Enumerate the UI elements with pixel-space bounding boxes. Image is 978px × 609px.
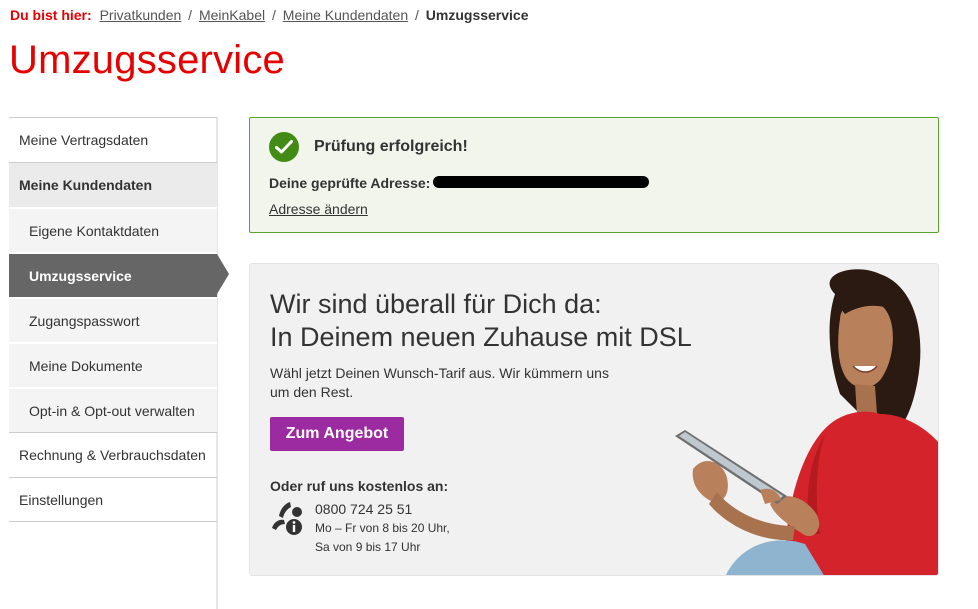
sidebar-item-label: Opt-in & Opt-out verwalten — [29, 402, 195, 419]
sidebar-item-label: Eigene Kontaktdaten — [29, 222, 159, 239]
sidebar-item-opt-in-opt-out[interactable]: Opt-in & Opt-out verwalten — [9, 387, 217, 432]
hours-saturday: Sa von 9 bis 17 Uhr — [315, 540, 421, 554]
sidebar-item-label: Einstellungen — [19, 491, 104, 508]
sidebar-item-umzugsservice[interactable]: Umzugsservice — [9, 252, 229, 297]
breadcrumb-link-meinkabel[interactable]: MeinKabel — [199, 7, 265, 23]
phone-info-icon — [270, 500, 306, 536]
sidebar-item-label: Zugangspasswort — [29, 312, 140, 329]
promo-heading: Wir sind überall für Dich da: In Deinem … — [270, 288, 692, 354]
sidebar-item-zugangspasswort[interactable]: Zugangspasswort — [9, 297, 217, 342]
phone-number: 0800 724 25 51 — [315, 501, 413, 517]
sidebar-item-dokumente[interactable]: Meine Dokumente — [9, 342, 217, 387]
sidebar-item-einstellungen[interactable]: Einstellungen — [9, 477, 217, 522]
sidebar-item-kontaktdaten[interactable]: Eigene Kontaktdaten — [9, 207, 217, 252]
sidebar-item-label: Rechnung & Verbrauchsdaten — [19, 447, 206, 463]
breadcrumb: Du bist hier: Privatkunden / MeinKabel /… — [10, 7, 529, 23]
dsl-promo-teaser: Wir sind überall für Dich da: In Deinem … — [249, 263, 939, 576]
success-title: Prüfung erfolgreich! — [314, 138, 468, 155]
offer-button[interactable]: Zum Angebot — [270, 417, 404, 451]
sidebar-nav: Meine Vertragsdaten Meine Kundendaten Ei… — [9, 117, 229, 522]
sidebar-item-label: Meine Vertragsdaten — [19, 132, 149, 148]
sidebar-item-label: Meine Kundendaten — [19, 177, 153, 193]
sidebar-item-vertragsdaten[interactable]: Meine Vertragsdaten — [9, 117, 217, 162]
address-label: Deine geprüfte Adresse: — [269, 175, 431, 191]
breadcrumb-link-meine-kundendaten[interactable]: Meine Kundendaten — [283, 7, 408, 23]
sidebar-item-rechnung[interactable]: Rechnung & Verbrauchsdaten — [9, 432, 217, 477]
page-title: Umzugsservice — [9, 38, 285, 82]
breadcrumb-separator: / — [272, 7, 276, 23]
call-label: Oder ruf uns kostenlos an: — [270, 478, 449, 494]
promo-heading-line1: Wir sind überall für Dich da: — [270, 289, 602, 319]
breadcrumb-current: Umzugsservice — [425, 7, 529, 23]
promo-text: Wähl jetzt Deinen Wunsch-Tarif aus. Wir … — [270, 365, 609, 400]
success-notice: Prüfung erfolgreich! Deine geprüfte Adre… — [249, 117, 939, 233]
sidebar-item-kundendaten[interactable]: Meine Kundendaten — [9, 162, 217, 207]
breadcrumb-separator: / — [415, 7, 419, 23]
breadcrumb-separator: / — [188, 7, 193, 23]
address-value-redacted — [433, 176, 649, 188]
promo-heading-line2: In Deinem neuen Zuhause mit DSL — [270, 322, 692, 352]
breadcrumb-prefix: Du bist hier: — [10, 7, 92, 23]
sidebar-item-label: Meine Dokumente — [29, 357, 143, 374]
check-circle-icon — [269, 132, 299, 162]
breadcrumb-link-privatkunden[interactable]: Privatkunden — [100, 7, 182, 23]
sidebar-item-label: Umzugsservice — [29, 267, 132, 284]
hours-weekday: Mo – Fr von 8 bis 20 Uhr, — [315, 521, 450, 535]
woman-with-tablet-image — [675, 269, 938, 575]
change-address-link[interactable]: Adresse ändern — [269, 201, 368, 217]
